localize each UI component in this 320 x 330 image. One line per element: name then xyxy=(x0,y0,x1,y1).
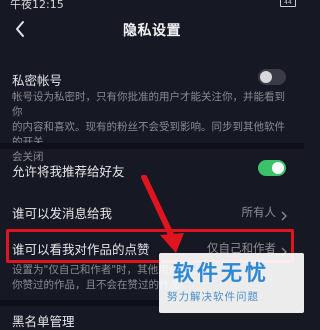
watermark: 软件无忧 努力解决软件问题 xyxy=(159,253,304,313)
annotation-arrow-icon xyxy=(140,174,190,259)
private-account-description: 帐号设为私密时，只有你批准的用户才能关注你，并能看到你 的内容和喜欢。现有的粉丝… xyxy=(12,90,287,165)
watermark-subtitle: 努力解决软件问题 xyxy=(167,291,259,303)
toggle-knob xyxy=(260,71,272,83)
recommend-friends-toggle[interactable] xyxy=(258,160,286,176)
toggle-knob xyxy=(272,162,284,174)
recommend-friends-label: 允许将我推荐给好友 xyxy=(12,164,125,179)
who-can-message-value[interactable]: 所有人 xyxy=(242,204,277,220)
page-title: 隐私设置 xyxy=(123,23,181,39)
section-divider xyxy=(0,143,304,149)
private-account-toggle[interactable] xyxy=(258,69,286,85)
chevron-right-icon xyxy=(281,206,288,221)
description-line: 帐号设为私密时，只有你批准的用户才能关注你，并能看到你 xyxy=(12,91,285,118)
battery-icon: 44 xyxy=(280,0,296,7)
watermark-title: 软件无忧 xyxy=(173,261,269,285)
private-account-label: 私密帐号 xyxy=(12,73,63,88)
who-can-message-label[interactable]: 谁可以发消息给我 xyxy=(12,203,112,222)
status-time: 午夜12:15 xyxy=(10,0,64,11)
